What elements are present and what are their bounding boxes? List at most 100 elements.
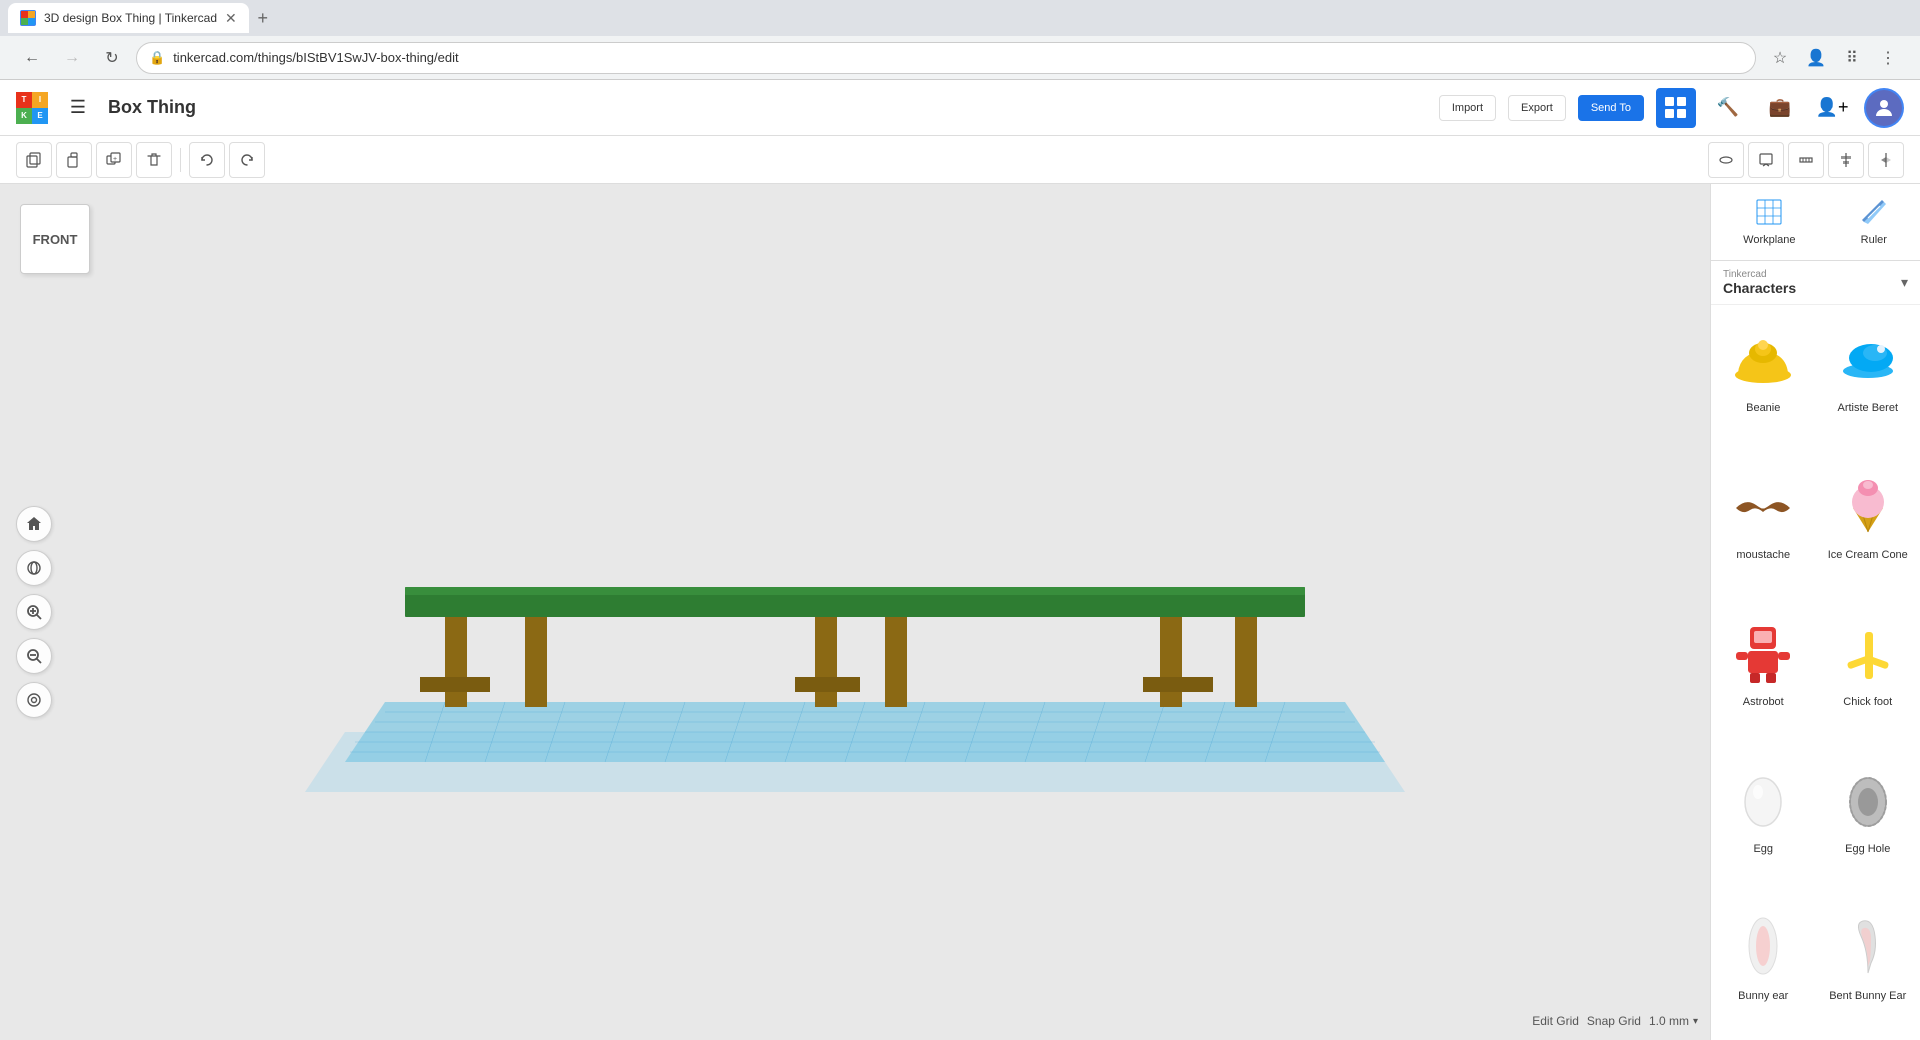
edit-grid-label[interactable]: Edit Grid: [1532, 1014, 1579, 1028]
avatar-button[interactable]: [1864, 88, 1904, 128]
app-header: T I K E ☰ Box Thing Import Export Send T…: [0, 80, 1920, 136]
ruler-icon: [1860, 198, 1888, 226]
undo-button[interactable]: [189, 142, 225, 178]
paste-button[interactable]: [56, 142, 92, 178]
bunny-ear-preview: [1723, 906, 1803, 986]
ice-cream-cone-preview: [1828, 465, 1908, 545]
tab-favicon: [20, 10, 36, 26]
annotation-button[interactable]: [1748, 142, 1784, 178]
import-button[interactable]: Import: [1439, 95, 1496, 121]
duplicate-button[interactable]: +: [96, 142, 132, 178]
snap-grid-label: Snap Grid: [1587, 1014, 1641, 1028]
snap-grid-value-button[interactable]: 1.0 mm ▾: [1649, 1014, 1698, 1028]
user-plus-button[interactable]: 👤+: [1812, 88, 1852, 128]
bookmark-button[interactable]: ☆: [1764, 42, 1796, 74]
shape-item-artiste-beret[interactable]: Artiste Beret: [1816, 305, 1920, 452]
app-container: T I K E ☰ Box Thing Import Export Send T…: [0, 80, 1920, 1040]
shape-item-astrobot[interactable]: Astrobot: [1711, 599, 1816, 746]
chick-foot-label: Chick foot: [1843, 696, 1892, 708]
astrobot-label: Astrobot: [1743, 696, 1784, 708]
snap-grid-area: Edit Grid Snap Grid 1.0 mm ▾: [1532, 1014, 1698, 1028]
export-label: Export: [1521, 102, 1553, 114]
scene-container: [0, 184, 1710, 1040]
egg-hole-preview: [1828, 759, 1908, 839]
tab-close-icon[interactable]: ✕: [225, 10, 237, 27]
header-right: Import Export Send To 🔨 💼: [1439, 88, 1904, 128]
shapes-grid: Beanie Artiste Beret: [1711, 305, 1920, 1040]
collapse-arrow[interactable]: ›: [1710, 592, 1711, 632]
toolbar-separator-1: [180, 148, 181, 172]
align-button[interactable]: [1828, 142, 1864, 178]
shape-item-bunny-ear[interactable]: Bunny ear: [1711, 893, 1816, 1040]
tab-title: 3D design Box Thing | Tinkercad: [44, 11, 217, 25]
ruler-button[interactable]: Ruler: [1852, 194, 1896, 250]
avatar-image: [1866, 90, 1902, 126]
nav-actions: ☆ 👤 ⠿ ⋮: [1764, 42, 1904, 74]
shape-item-egg-hole[interactable]: Egg Hole: [1816, 746, 1920, 893]
viewport[interactable]: FRONT: [0, 184, 1710, 1040]
send-to-button[interactable]: Send To: [1578, 95, 1644, 121]
workplane-label: Workplane: [1743, 234, 1795, 246]
profile-button[interactable]: 👤: [1800, 42, 1832, 74]
ice-cream-cone-label: Ice Cream Cone: [1828, 549, 1908, 561]
grid-icon: [1665, 97, 1687, 119]
bunny-ear-label: Bunny ear: [1738, 990, 1788, 1002]
hammer-button[interactable]: 🔨: [1708, 88, 1748, 128]
extensions-button[interactable]: ⠿: [1836, 42, 1868, 74]
ruler-label: Ruler: [1861, 234, 1887, 246]
egg-preview: [1723, 759, 1803, 839]
tab-bar: 3D design Box Thing | Tinkercad ✕ +: [0, 0, 1920, 36]
category-selector[interactable]: Tinkercad Characters ▾: [1711, 261, 1920, 305]
beanie-label: Beanie: [1746, 402, 1780, 414]
grid-view-button[interactable]: [1656, 88, 1696, 128]
app-title: Box Thing: [108, 97, 196, 118]
snap-dropdown-icon: ▾: [1693, 1016, 1698, 1027]
more-button[interactable]: ⋮: [1872, 42, 1904, 74]
send-to-label: Send To: [1591, 102, 1631, 114]
browser-chrome: 3D design Box Thing | Tinkercad ✕ + ← → …: [0, 0, 1920, 80]
right-panel: › Workplane: [1710, 184, 1920, 1040]
forward-button[interactable]: →: [56, 42, 88, 74]
mirror-button[interactable]: [1868, 142, 1904, 178]
briefcase-button[interactable]: 💼: [1760, 88, 1800, 128]
back-button[interactable]: ←: [16, 42, 48, 74]
shape-item-moustache[interactable]: moustache: [1711, 452, 1816, 599]
workplane-tool-button[interactable]: [1708, 142, 1744, 178]
active-tab[interactable]: 3D design Box Thing | Tinkercad ✕: [8, 3, 249, 33]
shape-item-egg[interactable]: Egg: [1711, 746, 1816, 893]
category-dropdown-icon[interactable]: ▾: [1901, 274, 1908, 291]
address-bar[interactable]: 🔒 tinkercad.com/things/bIStBV1SwJV-box-t…: [136, 42, 1756, 74]
shape-item-bent-bunny-ear[interactable]: Bent Bunny Ear: [1816, 893, 1920, 1040]
bent-bunny-ear-label: Bent Bunny Ear: [1829, 990, 1906, 1002]
ruler-tool-button[interactable]: [1788, 142, 1824, 178]
shape-item-chick-foot[interactable]: Chick foot: [1816, 599, 1920, 746]
tool-right: [1708, 142, 1904, 178]
main-content: FRONT: [0, 184, 1920, 1040]
hamburger-button[interactable]: ☰: [60, 90, 96, 126]
astrobot-preview: [1723, 612, 1803, 692]
import-label: Import: [1452, 102, 1483, 114]
beanie-preview: [1723, 318, 1803, 398]
user-plus-icon: 👤+: [1816, 97, 1849, 118]
redo-button[interactable]: [229, 142, 265, 178]
logo-grid: T I K E: [16, 92, 48, 124]
category-source: Tinkercad: [1723, 269, 1796, 280]
new-tab-button[interactable]: +: [249, 4, 277, 32]
svg-text:+: +: [113, 156, 117, 163]
egg-hole-label: Egg Hole: [1845, 843, 1890, 855]
refresh-button[interactable]: ↻: [96, 42, 128, 74]
delete-button[interactable]: [136, 142, 172, 178]
artiste-beret-preview: [1828, 318, 1908, 398]
moustache-preview: [1723, 465, 1803, 545]
bent-bunny-ear-preview: [1828, 906, 1908, 986]
workplane-icon: [1755, 198, 1783, 226]
shape-item-beanie[interactable]: Beanie: [1711, 305, 1816, 452]
artiste-beret-label: Artiste Beret: [1837, 402, 1898, 414]
export-button[interactable]: Export: [1508, 95, 1566, 121]
copy-button[interactable]: [16, 142, 52, 178]
category-name: Characters: [1723, 280, 1796, 296]
shape-item-ice-cream-cone[interactable]: Ice Cream Cone: [1816, 452, 1920, 599]
nav-bar: ← → ↻ 🔒 tinkercad.com/things/bIStBV1SwJV…: [0, 36, 1920, 80]
workplane-button[interactable]: Workplane: [1735, 194, 1803, 250]
egg-label: Egg: [1753, 843, 1773, 855]
